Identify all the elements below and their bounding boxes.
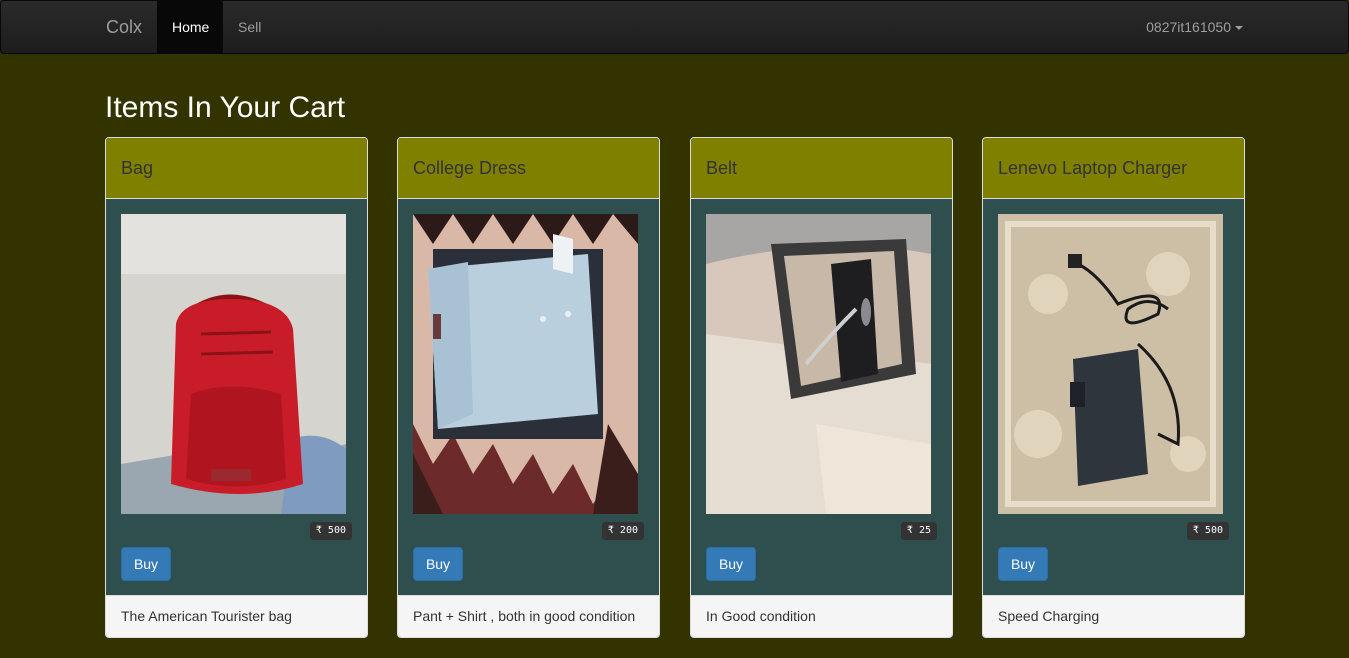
buy-button[interactable]: Buy — [706, 547, 756, 581]
buy-button[interactable]: Buy — [413, 547, 463, 581]
user-menu-dropdown[interactable]: 0827it161050 — [1146, 1, 1243, 53]
product-card: College Dress ₹ 200 Buy Pant + Shirt , b… — [397, 137, 660, 638]
product-card: Bag ₹ 500 Buy The American Tourister bag — [105, 137, 368, 638]
product-image-college-dress[interactable] — [413, 214, 638, 514]
price-badge: ₹ 500 — [309, 522, 352, 540]
product-title: College Dress — [398, 138, 659, 199]
page-title: Items In Your Cart — [105, 91, 346, 124]
product-description: In Good condition — [691, 595, 952, 637]
nav-sell[interactable]: Sell — [223, 1, 276, 53]
product-description: Speed Charging — [983, 595, 1244, 637]
product-title: Belt — [691, 138, 952, 199]
caret-down-icon — [1235, 26, 1243, 31]
price-badge: ₹ 500 — [1186, 522, 1229, 540]
product-title: Lenevo Laptop Charger — [983, 138, 1244, 199]
buy-button[interactable]: Buy — [998, 547, 1048, 581]
product-card: Belt ₹ 25 Buy In Good condition — [690, 137, 953, 638]
nav-home[interactable]: Home — [157, 1, 223, 53]
price-badge: ₹ 200 — [601, 522, 644, 540]
buy-button[interactable]: Buy — [121, 547, 171, 581]
product-title: Bag — [106, 138, 367, 199]
user-name: 0827it161050 — [1146, 19, 1231, 35]
product-description: The American Tourister bag — [106, 595, 367, 637]
product-image-belt[interactable] — [706, 214, 931, 514]
product-image-laptop-charger[interactable] — [998, 214, 1223, 514]
product-image-bag[interactable] — [121, 214, 346, 514]
navbar: Colx Home Sell 0827it161050 — [0, 0, 1349, 54]
product-description: Pant + Shirt , both in good condition — [398, 595, 659, 637]
price-badge: ₹ 25 — [900, 522, 937, 540]
product-card: Lenevo Laptop Charger ₹ 500 Buy Speed Ch… — [982, 137, 1245, 638]
brand-logo[interactable]: Colx — [106, 1, 142, 53]
